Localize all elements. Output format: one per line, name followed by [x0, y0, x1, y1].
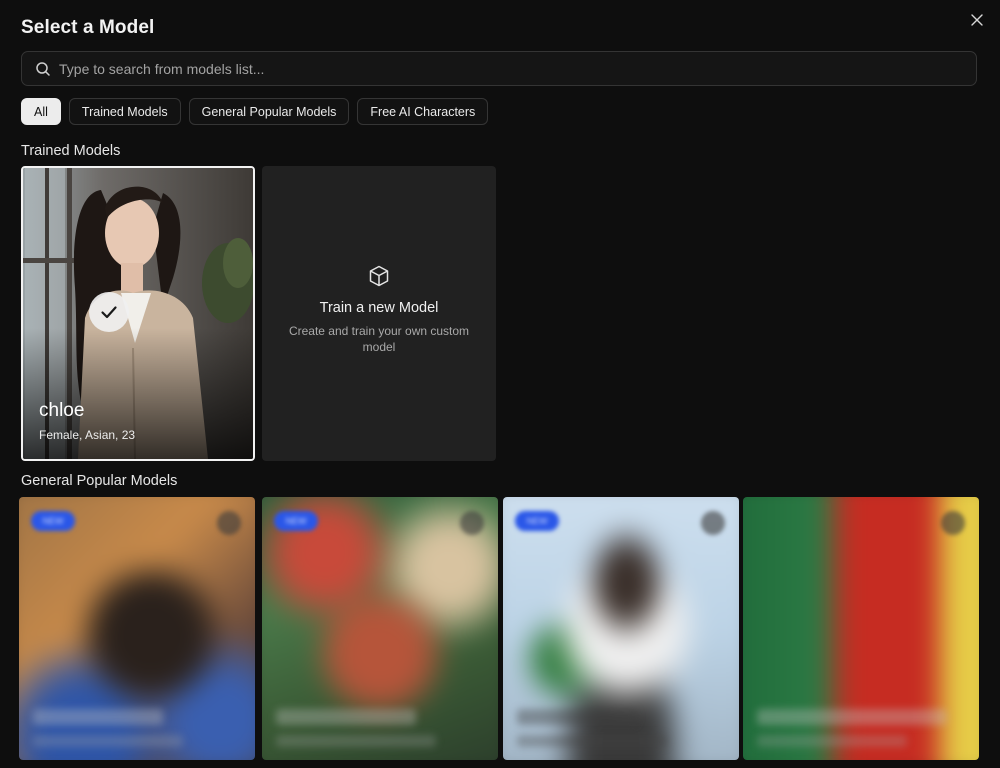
model-name-blurred	[517, 709, 637, 725]
trained-models-heading: Trained Models	[21, 143, 121, 159]
close-icon	[971, 14, 983, 26]
model-name-blurred	[276, 709, 416, 725]
model-name-blurred	[757, 709, 947, 725]
tab-free-ai-characters[interactable]: Free AI Characters	[357, 98, 489, 125]
popular-model-card[interactable]: NEW	[503, 497, 739, 760]
model-meta: Female, Asian, 23	[39, 428, 136, 442]
dialog-title: Select a Model	[21, 17, 155, 38]
favorite-icon[interactable]	[460, 511, 484, 535]
tab-all[interactable]: All	[21, 98, 61, 125]
favorite-icon[interactable]	[217, 511, 241, 535]
select-model-dialog: Select a Model All Trained Models Genera…	[0, 0, 1000, 768]
search-icon	[35, 61, 51, 77]
popular-models-heading: General Popular Models	[21, 473, 178, 489]
train-new-model-card[interactable]: Train a new Model Create and train your …	[262, 166, 496, 461]
model-name: chloe	[39, 400, 85, 421]
tab-trained-models[interactable]: Trained Models	[68, 98, 181, 125]
train-new-model-title: Train a new Model	[319, 300, 439, 316]
cube-icon	[367, 264, 391, 288]
model-meta-blurred	[517, 735, 667, 747]
model-meta-blurred	[33, 735, 183, 747]
model-card-chloe[interactable]: chloe Female, Asian, 23	[21, 166, 255, 461]
model-name-blurred	[33, 709, 163, 725]
popular-model-card[interactable]: NEW	[19, 497, 255, 760]
popular-model-card[interactable]	[743, 497, 979, 760]
search-input[interactable]	[59, 60, 976, 77]
popular-model-card[interactable]: NEW	[262, 497, 498, 760]
filter-tabs: All Trained Models General Popular Model…	[21, 98, 489, 125]
model-meta-blurred	[276, 735, 436, 747]
check-icon	[101, 306, 117, 319]
close-button[interactable]	[968, 11, 986, 29]
new-badge: NEW	[274, 511, 318, 531]
train-new-model-description: Create and train your own custom model	[288, 324, 470, 354]
search-bar[interactable]	[21, 51, 977, 86]
new-badge: NEW	[31, 511, 75, 531]
favorite-icon[interactable]	[941, 511, 965, 535]
model-meta-blurred	[757, 735, 907, 747]
selected-check-badge	[89, 292, 129, 332]
tab-general-popular-models[interactable]: General Popular Models	[188, 98, 350, 125]
popular-models-grid: NEW NEW NEW	[19, 497, 979, 760]
favorite-icon[interactable]	[701, 511, 725, 535]
new-badge: NEW	[515, 511, 559, 531]
